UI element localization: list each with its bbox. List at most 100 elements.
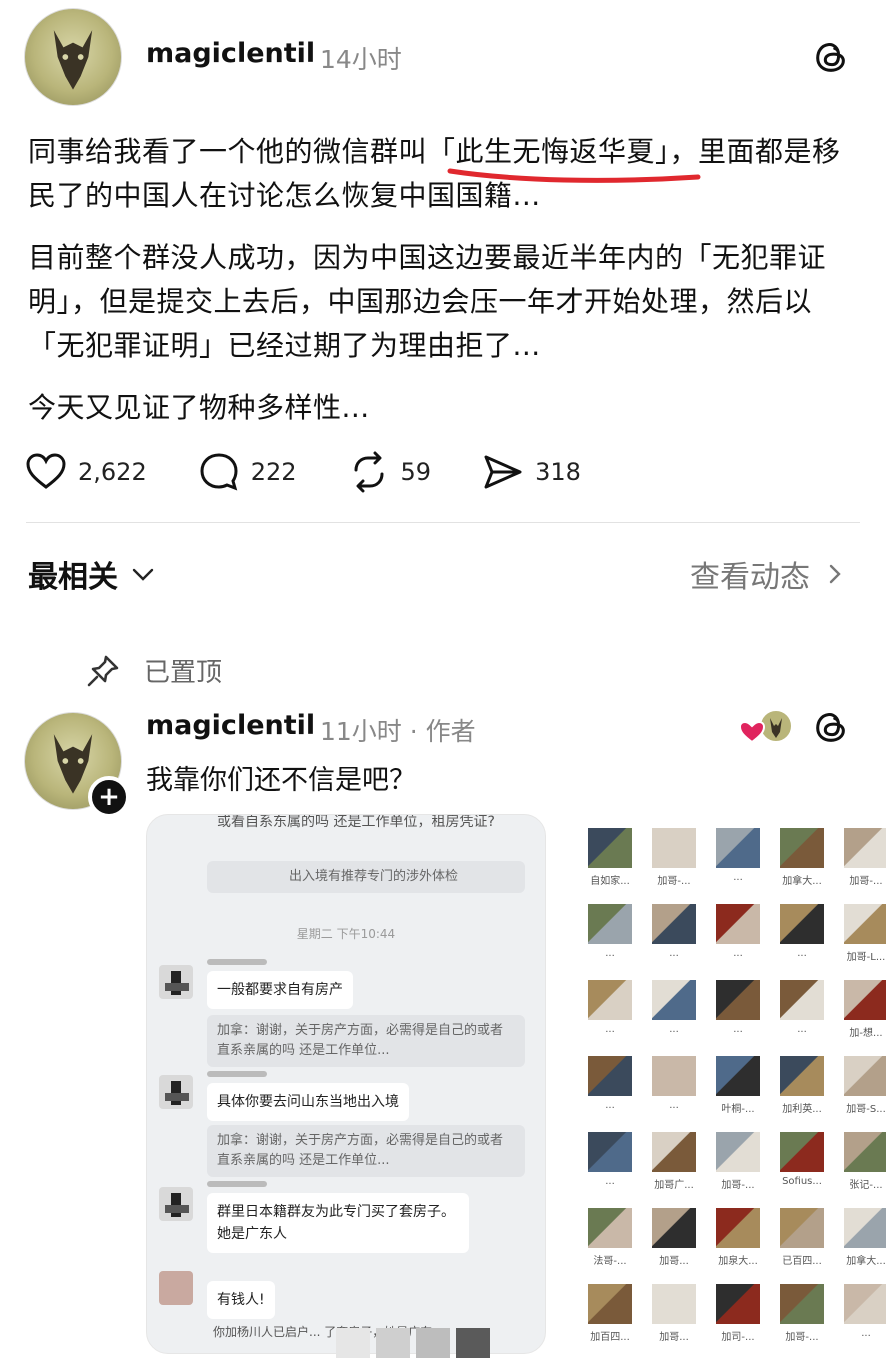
author-liked-icon [738,709,793,744]
member-name: 加哥-... [785,1332,819,1343]
post-paragraph-3: 今天又见证了物种多样性... [28,391,370,424]
member-tile: ... [838,1284,886,1350]
member-avatar [844,1132,886,1172]
member-tile: 加哥-... [838,828,886,894]
heart-icon [26,453,66,489]
member-avatar [780,1132,824,1172]
member-avatar [652,1284,696,1324]
member-tile: ... [582,904,638,970]
fox-avatar-icon [53,30,93,90]
chat-screenshot-image[interactable]: 或看自系东属的吗 还是工作单位，租房凭证? 出入境有推荐专门的涉外体检 星期二 … [146,814,546,1354]
member-tile: 加哥... [646,1284,702,1350]
chat-quote-3: 加拿：谢谢，关于房产方面，必需得是自己的或者直系亲属的吗 还是工作单位... [207,1125,525,1177]
member-tile: Sofius... [774,1132,830,1198]
repost-button[interactable]: 59 [347,450,431,494]
member-name: 加泉大... [718,1256,758,1267]
member-tile: ... [646,904,702,970]
member-tile: 已百四... [774,1208,830,1274]
chat-quote-2: 加拿：谢谢，关于房产方面，必需得是自己的或者直系亲属的吗 还是工作单位... [207,1015,525,1067]
member-avatar [652,1208,696,1248]
post-author-avatar[interactable] [24,8,122,106]
pinned-label: 已置顶 [144,658,223,688]
post-paragraph-2: 目前整个群没人成功，因为中国这边要最近半年内的「无犯罪证明」，但是提交上去后，中… [28,241,827,362]
member-name: 法哥-... [593,1256,627,1267]
member-tile: ... [582,1132,638,1198]
send-icon [484,455,522,489]
chevron-down-icon [132,568,154,581]
pinned-indicator: 已置顶 [86,652,222,689]
chat-timestamp: 星期二 下午10:44 [296,927,396,941]
member-name: 加百四... [590,1332,630,1343]
chat-message: 群里日本籍群友为此专门买了套房子。她是广东人 [207,1193,469,1253]
chat-message: 具体你要去问山东当地出入境 [207,1083,409,1121]
member-name: 加哥-... [721,1180,755,1191]
member-tile: 加哥-S... [838,1056,886,1122]
repost-icon [354,451,384,493]
member-name: ... [733,872,743,883]
member-avatar [844,1284,886,1324]
member-tile: 加哥-... [774,1284,830,1350]
member-avatar [844,980,886,1020]
member-tile: 加哥-L... [838,904,886,970]
like-count: 2,622 [78,458,147,486]
member-avatar [588,1208,632,1248]
member-name: 加哥... [659,1332,689,1343]
follow-plus-button[interactable]: + [88,776,130,818]
chat-name-blur [207,959,267,965]
view-activity-link[interactable]: 查看动态 [690,552,846,596]
chat-top-text: 或看自系东属的吗 还是工作单位，租房凭证? [217,814,495,830]
member-tile: 张记-... [838,1132,886,1198]
member-avatar [780,1208,824,1248]
pin-icon [87,655,119,686]
member-avatar [716,1208,760,1248]
member-name: 加哥... [659,1256,689,1267]
member-tile: ... [774,980,830,1046]
sort-dropdown[interactable]: 最相关 [28,552,156,596]
member-tile: 加拿大... [838,1208,886,1274]
member-name: Sofius... [782,1176,822,1187]
member-tile: ... [582,1056,638,1122]
group-members-image[interactable]: 自如家... 加哥-...... 加拿大... 加哥-............... 加… [564,818,886,1358]
chat-quote-1: 出入境有推荐专门的涉外体检 [207,861,525,893]
member-tile: ... [710,904,766,970]
threads-logo-icon[interactable] [812,38,850,76]
member-tile: 加利英... [774,1056,830,1122]
member-avatar [652,828,696,868]
member-name: ... [605,1100,615,1111]
member-avatar [780,1284,824,1324]
chat-message: 一般都要求自有房产 [207,971,353,1009]
chat-name-blur [207,1181,267,1187]
member-avatar [780,1056,824,1096]
member-avatar [588,980,632,1020]
member-tile: 加拿大... [774,828,830,894]
threads-logo-icon[interactable] [812,708,850,746]
chevron-right-icon [829,564,841,584]
member-avatar [652,1132,696,1172]
chat-avatar [159,965,193,999]
member-name: ... [797,1024,807,1035]
member-avatar [588,904,632,944]
like-button[interactable]: 2,622 [24,450,147,494]
post-username[interactable]: magiclentil [146,38,315,69]
reply-meta: 11小时 · 作者 [320,717,476,746]
member-name: ... [797,948,807,959]
member-name: 自如家... [590,876,630,887]
member-name: 加-想... [849,1028,883,1039]
member-tile: ... [710,828,766,894]
chat-name-blur [207,1071,267,1077]
chat-message: 有钱人! [207,1281,275,1319]
comment-button[interactable]: 222 [197,450,297,494]
post-time: 14小时 [320,45,402,74]
member-tile: 加哥广... [646,1132,702,1198]
reply-username[interactable]: magiclentil [146,710,315,741]
share-button[interactable]: 318 [481,450,581,494]
member-avatar [652,1056,696,1096]
chat-avatar [159,1271,193,1305]
member-tile: 法哥-... [582,1208,638,1274]
divider [26,522,860,523]
member-name: 加哥-... [849,876,883,887]
member-avatar [844,1056,886,1096]
member-name: 加哥-L... [846,952,886,963]
member-tile: 叶桐-... [710,1056,766,1122]
member-avatar [780,904,824,944]
